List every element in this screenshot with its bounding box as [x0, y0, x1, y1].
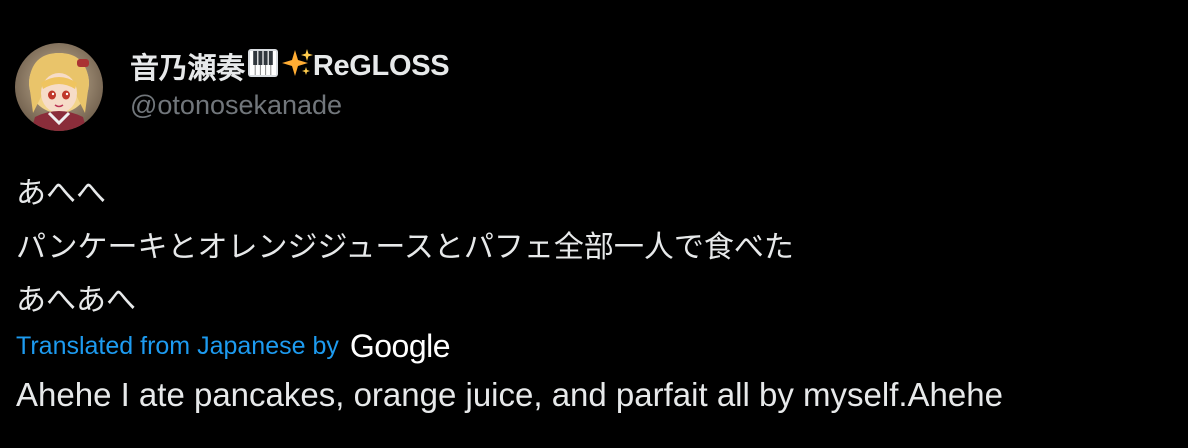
avatar-image — [15, 43, 103, 131]
piano-keys-icon — [247, 47, 279, 86]
translation-attribution: Translated from Japanese by Google — [16, 326, 451, 366]
display-name-suffix: ReGLOSS — [312, 49, 450, 82]
sparkles-icon — [281, 47, 313, 86]
display-name[interactable]: 音乃瀬奏 ReGLOSS — [130, 44, 450, 88]
avatar[interactable] — [15, 43, 103, 131]
tweet-text-line-2: パンケーキとオレンジジュースとパフェ全部一人で食べた — [16, 230, 794, 265]
user-handle[interactable]: @otonosekanade — [130, 90, 342, 121]
google-logo: Google — [349, 327, 451, 364]
tweet-text-line-1: あへへ — [16, 176, 106, 211]
translated-from-link[interactable]: Translated from Japanese by — [16, 332, 339, 361]
translated-text: Ahehe I ate pancakes, orange juice, and … — [16, 376, 1003, 413]
tweet-text-line-3: あへあへ — [16, 283, 136, 318]
tweet: 音乃瀬奏 ReGLOSS @otonosekanade あへへ パンケーキとオレ… — [0, 0, 1188, 448]
display-name-text: 音乃瀬奏 — [130, 51, 245, 85]
